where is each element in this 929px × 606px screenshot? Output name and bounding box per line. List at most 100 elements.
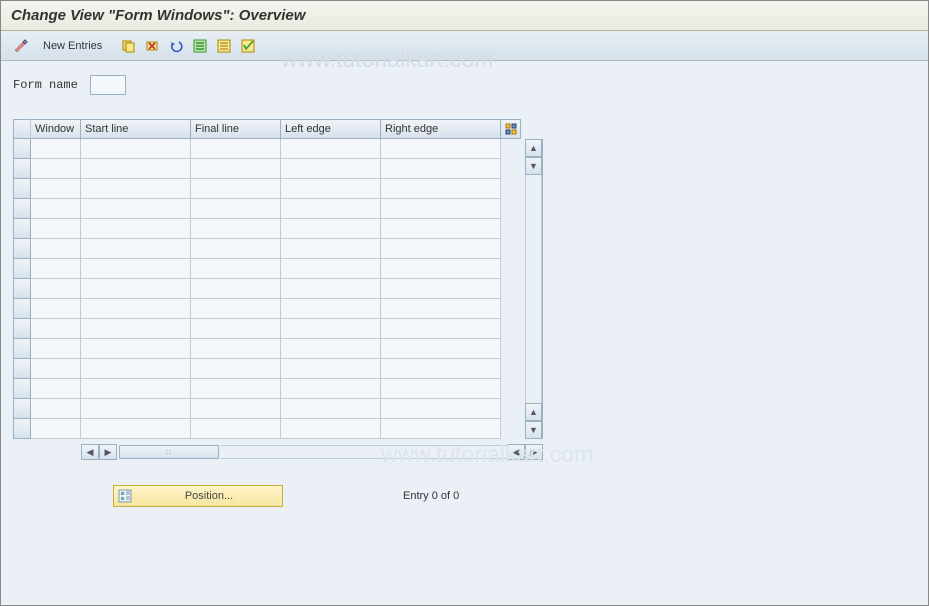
row-selector[interactable] [13, 139, 31, 159]
table-config-icon[interactable] [501, 119, 521, 139]
form-name-input[interactable] [90, 75, 126, 95]
cell-final_line[interactable] [191, 179, 281, 199]
col-header-left-edge[interactable]: Left edge [281, 119, 381, 139]
cell-left_edge[interactable] [281, 159, 381, 179]
cell-start_line[interactable] [81, 299, 191, 319]
cell-window[interactable] [31, 319, 81, 339]
cell-right_edge[interactable] [381, 299, 501, 319]
cell-start_line[interactable] [81, 339, 191, 359]
cell-window[interactable] [31, 239, 81, 259]
col-header-start-line[interactable]: Start line [81, 119, 191, 139]
col-header-final-line[interactable]: Final line [191, 119, 281, 139]
col-header-right-edge[interactable]: Right edge [381, 119, 501, 139]
cell-start_line[interactable] [81, 259, 191, 279]
cell-final_line[interactable] [191, 139, 281, 159]
cell-start_line[interactable] [81, 419, 191, 439]
hscroll-thumb[interactable]: ∷ [119, 445, 219, 459]
cell-start_line[interactable] [81, 319, 191, 339]
cell-final_line[interactable] [191, 419, 281, 439]
row-selector[interactable] [13, 339, 31, 359]
row-selector[interactable] [13, 319, 31, 339]
cell-window[interactable] [31, 139, 81, 159]
select-block-icon[interactable] [214, 36, 234, 56]
scroll-track[interactable] [525, 175, 542, 403]
cell-right_edge[interactable] [381, 139, 501, 159]
cell-left_edge[interactable] [281, 179, 381, 199]
cell-right_edge[interactable] [381, 179, 501, 199]
position-button[interactable]: Position... [113, 485, 283, 507]
row-selector[interactable] [13, 179, 31, 199]
col-header-window[interactable]: Window [31, 119, 81, 139]
cell-start_line[interactable] [81, 139, 191, 159]
cell-right_edge[interactable] [381, 279, 501, 299]
cell-start_line[interactable] [81, 279, 191, 299]
cell-left_edge[interactable] [281, 359, 381, 379]
cell-right_edge[interactable] [381, 199, 501, 219]
select-all-icon[interactable] [190, 36, 210, 56]
scroll-right-icon[interactable]: ▶ [525, 444, 543, 460]
cell-window[interactable] [31, 219, 81, 239]
cell-start_line[interactable] [81, 179, 191, 199]
cell-final_line[interactable] [191, 279, 281, 299]
cell-left_edge[interactable] [281, 219, 381, 239]
cell-final_line[interactable] [191, 199, 281, 219]
hscroll-track[interactable] [221, 445, 507, 459]
cell-window[interactable] [31, 339, 81, 359]
row-selector[interactable] [13, 219, 31, 239]
cell-right_edge[interactable] [381, 399, 501, 419]
cell-left_edge[interactable] [281, 419, 381, 439]
cell-final_line[interactable] [191, 239, 281, 259]
cell-final_line[interactable] [191, 319, 281, 339]
scroll-up-icon[interactable]: ▲ [525, 139, 542, 157]
undo-icon[interactable] [166, 36, 186, 56]
toggle-display-icon[interactable] [11, 36, 31, 56]
cell-final_line[interactable] [191, 339, 281, 359]
scroll-left-icon[interactable]: ◀ [81, 444, 99, 460]
cell-left_edge[interactable] [281, 299, 381, 319]
cell-window[interactable] [31, 399, 81, 419]
cell-left_edge[interactable] [281, 199, 381, 219]
row-selector[interactable] [13, 419, 31, 439]
row-selector[interactable] [13, 199, 31, 219]
cell-window[interactable] [31, 359, 81, 379]
cell-left_edge[interactable] [281, 259, 381, 279]
new-entries-button[interactable]: New Entries [37, 38, 108, 54]
cell-window[interactable] [31, 179, 81, 199]
cell-right_edge[interactable] [381, 219, 501, 239]
cell-start_line[interactable] [81, 359, 191, 379]
row-selector[interactable] [13, 359, 31, 379]
cell-window[interactable] [31, 159, 81, 179]
cell-right_edge[interactable] [381, 359, 501, 379]
cell-left_edge[interactable] [281, 399, 381, 419]
row-selector[interactable] [13, 159, 31, 179]
delete-icon[interactable] [142, 36, 162, 56]
cell-final_line[interactable] [191, 159, 281, 179]
cell-window[interactable] [31, 419, 81, 439]
cell-final_line[interactable] [191, 299, 281, 319]
cell-final_line[interactable] [191, 379, 281, 399]
copy-icon[interactable] [118, 36, 138, 56]
cell-final_line[interactable] [191, 399, 281, 419]
row-selector[interactable] [13, 279, 31, 299]
cell-right_edge[interactable] [381, 419, 501, 439]
cell-window[interactable] [31, 299, 81, 319]
cell-left_edge[interactable] [281, 139, 381, 159]
cell-window[interactable] [31, 379, 81, 399]
cell-left_edge[interactable] [281, 319, 381, 339]
cell-window[interactable] [31, 279, 81, 299]
row-selector[interactable] [13, 399, 31, 419]
row-selector[interactable] [13, 259, 31, 279]
cell-left_edge[interactable] [281, 239, 381, 259]
row-selector[interactable] [13, 299, 31, 319]
cell-start_line[interactable] [81, 159, 191, 179]
scroll-left-step-icon[interactable]: ◀ [507, 444, 525, 460]
cell-right_edge[interactable] [381, 319, 501, 339]
cell-start_line[interactable] [81, 199, 191, 219]
cell-start_line[interactable] [81, 239, 191, 259]
cell-left_edge[interactable] [281, 379, 381, 399]
cell-start_line[interactable] [81, 219, 191, 239]
scroll-down-icon[interactable]: ▼ [525, 421, 542, 439]
scroll-up-small-icon[interactable]: ▲ [525, 403, 542, 421]
cell-final_line[interactable] [191, 259, 281, 279]
cell-right_edge[interactable] [381, 159, 501, 179]
